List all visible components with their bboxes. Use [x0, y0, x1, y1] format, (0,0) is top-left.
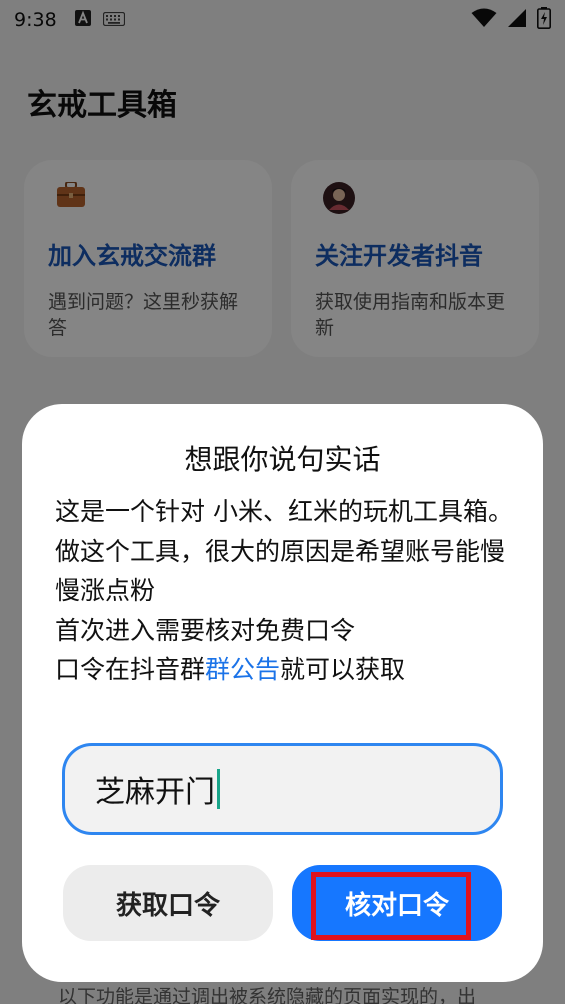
message-line: 这是一个针对 小米、红米的玩机工具箱。 [55, 497, 513, 526]
message-text: 就可以获取 [280, 655, 406, 684]
get-passcode-label: 获取口令 [115, 890, 220, 921]
passcode-input[interactable]: 芝麻开门 [62, 743, 503, 835]
passcode-input-value: 芝麻开门 [95, 775, 215, 810]
get-passcode-button[interactable]: 获取口令 [63, 865, 273, 941]
dialog-title: 想跟你说句实话 [184, 443, 381, 476]
message-line: 首次进入需要核对免费口令 [55, 615, 356, 645]
verify-passcode-label: 核对口令 [344, 890, 449, 921]
message-line: 做这个工具，很大的原因是希望账号能慢慢涨点粉 [55, 536, 506, 606]
dialog-message: 这是一个针对 小米、红米的玩机工具箱。 做这个工具，很大的原因是希望账号能慢慢涨… [55, 492, 525, 690]
group-announcement-link[interactable]: 群公告 [205, 655, 280, 684]
feature-note-text: 以下功能是通过调出被系统隐藏的页面实现的，出 [58, 986, 477, 1004]
message-line: 口令在抖音群群公告就可以获取 [55, 650, 525, 690]
text-caret [217, 769, 220, 809]
message-text: 口令在抖音群 [55, 655, 206, 684]
verify-passcode-button[interactable]: 核对口令 [292, 865, 502, 941]
passcode-dialog: 想跟你说句实话 这是一个针对 小米、红米的玩机工具箱。 做这个工具，很大的原因是… [22, 404, 543, 982]
